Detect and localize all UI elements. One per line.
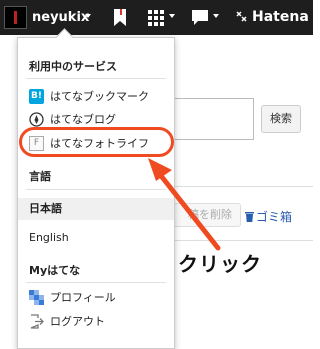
menu-separator bbox=[26, 189, 166, 190]
logout-icon bbox=[30, 314, 44, 329]
fotolife-highlight-outline bbox=[19, 127, 174, 157]
grid-apps-icon[interactable] bbox=[148, 10, 164, 26]
divider bbox=[165, 186, 313, 187]
menu-separator bbox=[26, 282, 166, 283]
user-dropdown-menu: 利用中のサービス B! はてなブックマーク はてなブログ F はてなフォトライフ… bbox=[17, 37, 175, 349]
hatena-blog-icon bbox=[29, 112, 44, 127]
divider bbox=[165, 240, 313, 241]
menu-item-hatena-bookmark[interactable]: B! はてなブックマーク bbox=[18, 86, 174, 108]
menu-item-label: はてなブックマーク bbox=[50, 90, 149, 103]
chat-bubble-icon[interactable] bbox=[191, 9, 209, 26]
search-input[interactable] bbox=[165, 98, 254, 140]
language-option-japanese[interactable]: 日本語 bbox=[18, 198, 174, 220]
logo-text: Hatena bbox=[252, 9, 309, 25]
username-label[interactable]: neyukix bbox=[32, 10, 89, 25]
search-button[interactable]: 検索 bbox=[261, 105, 301, 133]
top-header: neyukix Hatena bbox=[0, 0, 313, 35]
language-heading: 言語 bbox=[29, 170, 51, 183]
notifications-chevron-down-icon[interactable] bbox=[213, 14, 219, 18]
annotation-click-text: クリック bbox=[178, 252, 262, 276]
services-heading: 利用中のサービス bbox=[29, 60, 117, 73]
menu-item-label: プロフィール bbox=[50, 291, 116, 304]
delete-post-button[interactable]: 稿を削除 bbox=[173, 203, 241, 227]
language-label: English bbox=[29, 231, 69, 244]
user-menu-chevron-down-icon[interactable] bbox=[85, 14, 91, 18]
trash-link[interactable]: ゴミ箱 bbox=[245, 208, 292, 225]
profile-icon bbox=[29, 290, 44, 305]
menu-item-profile[interactable]: プロフィール bbox=[18, 287, 174, 309]
apps-chevron-down-icon[interactable] bbox=[169, 14, 175, 18]
language-label: 日本語 bbox=[29, 202, 62, 215]
my-hatena-heading: Myはてな bbox=[29, 264, 81, 277]
hatena-logo-icon bbox=[236, 11, 247, 22]
trash-link-label: ゴミ箱 bbox=[256, 210, 293, 224]
bookmark-icon[interactable] bbox=[113, 8, 127, 27]
menu-item-label: ログアウト bbox=[50, 315, 105, 328]
user-avatar[interactable] bbox=[4, 6, 27, 29]
menu-item-logout[interactable]: ログアウト bbox=[18, 311, 174, 333]
hatena-bookmark-icon: B! bbox=[29, 89, 44, 104]
hatena-logo[interactable]: Hatena bbox=[236, 9, 309, 25]
trash-icon bbox=[245, 212, 254, 222]
language-option-english[interactable]: English bbox=[18, 227, 174, 249]
menu-separator bbox=[26, 78, 166, 79]
